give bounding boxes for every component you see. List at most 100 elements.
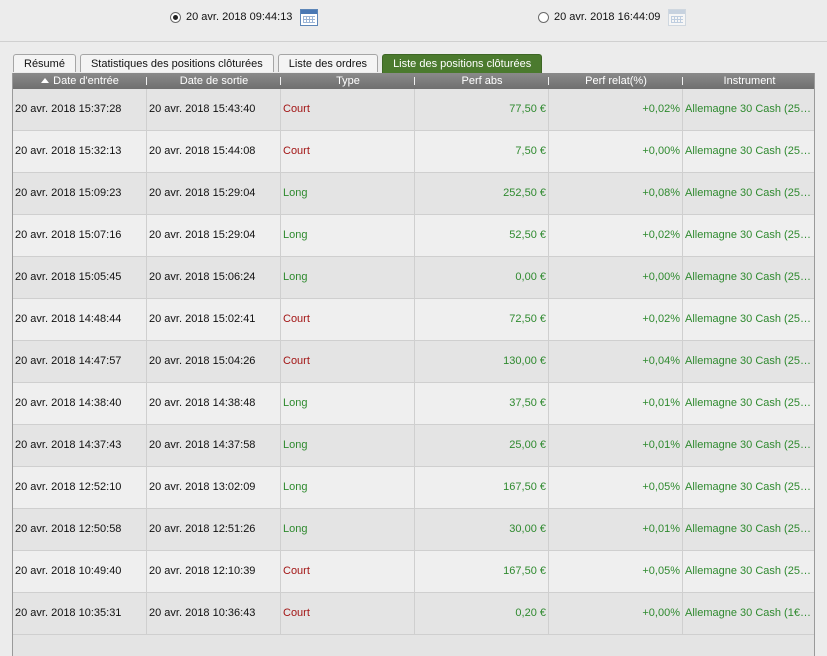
perf-rel-cell: +0,02% xyxy=(549,89,683,130)
exit-date-cell: 20 avr. 2018 12:51:26 xyxy=(147,509,281,550)
perf-abs-cell: 167,50 € xyxy=(415,467,549,508)
instrument-cell: Allemagne 30 Cash (25€... xyxy=(685,565,815,577)
instrument-cell: Allemagne 30 Cash (25€... xyxy=(685,355,815,367)
tab-bar: Résumé Statistiques des positions clôtur… xyxy=(13,54,546,73)
exit-date-cell: 20 avr. 2018 15:04:26 xyxy=(147,341,281,382)
exit-date-cell: 20 avr. 2018 15:44:08 xyxy=(147,131,281,172)
entry-date-cell: 20 avr. 2018 15:37:28 xyxy=(13,89,147,130)
entry-date-cell: 20 avr. 2018 12:52:10 xyxy=(13,467,147,508)
type-cell: Long xyxy=(281,425,415,466)
entry-date-cell: 20 avr. 2018 15:05:45 xyxy=(13,257,147,298)
perf-rel-cell: +0,00% xyxy=(549,593,683,634)
type-cell: Long xyxy=(281,467,415,508)
column-header-perf-abs[interactable]: Perf abs xyxy=(415,73,549,89)
perf-abs-cell: 37,50 € xyxy=(415,383,549,424)
perf-abs-cell: 0,00 € xyxy=(415,257,549,298)
tab-closed-position-stats[interactable]: Statistiques des positions clôturées xyxy=(79,54,274,72)
perf-abs-cell: 252,50 € xyxy=(415,173,549,214)
table-row[interactable]: 20 avr. 2018 14:37:43 20 avr. 2018 14:37:… xyxy=(13,425,814,467)
entry-date-cell: 20 avr. 2018 14:38:40 xyxy=(13,383,147,424)
exit-date-cell: 20 avr. 2018 15:29:04 xyxy=(147,215,281,256)
perf-rel-cell: +0,00% xyxy=(549,131,683,172)
column-label: Perf abs xyxy=(461,75,503,87)
instrument-cell: Allemagne 30 Cash (25€... xyxy=(685,145,815,157)
column-label: Date d'entrée xyxy=(53,75,119,87)
column-header-instrument[interactable]: Instrument xyxy=(683,73,814,89)
entry-date-cell: 20 avr. 2018 10:35:31 xyxy=(13,593,147,634)
table-row[interactable]: 20 avr. 2018 10:35:31 20 avr. 2018 10:36:… xyxy=(13,593,815,635)
tab-resume[interactable]: Résumé xyxy=(13,54,76,72)
instrument-cell: Allemagne 30 Cash (1€) ... xyxy=(685,607,815,619)
entry-date-cell: 20 avr. 2018 15:32:13 xyxy=(13,131,147,172)
column-label: Instrument xyxy=(723,75,776,87)
calendar-icon xyxy=(668,8,687,26)
entry-date-cell: 20 avr. 2018 15:07:16 xyxy=(13,215,147,256)
table-row[interactable]: 20 avr. 2018 15:37:28 20 avr. 2018 15:43:… xyxy=(13,89,815,131)
calendar-icon[interactable] xyxy=(300,8,319,26)
exit-date-cell: 20 avr. 2018 12:10:39 xyxy=(147,551,281,592)
type-cell: Court xyxy=(281,551,415,592)
table-row[interactable]: 20 avr. 2018 15:07:16 20 avr. 2018 15:29:… xyxy=(13,215,815,257)
exit-date-cell: 20 avr. 2018 10:36:43 xyxy=(147,593,281,634)
type-cell: Long xyxy=(281,509,415,550)
period-start-option[interactable]: 20 avr. 2018 09:44:13 xyxy=(170,8,319,26)
column-header-type[interactable]: Type xyxy=(281,73,415,89)
table-row[interactable]: 20 avr. 2018 15:32:13 20 avr. 2018 15:44:… xyxy=(13,131,815,173)
perf-rel-cell: +0,01% xyxy=(549,509,683,550)
table-row[interactable]: 20 avr. 2018 10:49:40 20 avr. 2018 12:10:… xyxy=(13,551,815,593)
column-header-exit-date[interactable]: Date de sortie xyxy=(147,73,281,89)
column-label: Type xyxy=(336,75,360,87)
table-row[interactable]: 20 avr. 2018 12:50:58 20 avr. 2018 12:51:… xyxy=(13,509,814,551)
table-row[interactable]: 20 avr. 2018 14:38:40 20 avr. 2018 14:38:… xyxy=(13,383,815,425)
period-end-option[interactable]: 20 avr. 2018 16:44:09 xyxy=(538,8,687,26)
column-header-perf-rel[interactable]: Perf relat(%) xyxy=(549,73,683,89)
type-cell: Court xyxy=(281,299,415,340)
period-end-radio[interactable] xyxy=(538,11,549,23)
instrument-cell: Allemagne 30 Cash (25€... xyxy=(685,397,815,409)
table-header: Date d'entrée Date de sortie Type Perf a… xyxy=(13,73,814,89)
exit-date-cell: 20 avr. 2018 15:06:24 xyxy=(147,257,281,298)
instrument-cell: Allemagne 30 Cash (25€... xyxy=(685,187,815,199)
type-cell: Court xyxy=(281,89,415,130)
entry-date-cell: 20 avr. 2018 12:50:58 xyxy=(13,509,147,550)
table-row[interactable]: 20 avr. 2018 15:09:23 20 avr. 2018 15:29:… xyxy=(13,173,815,215)
period-start-label: 20 avr. 2018 09:44:13 xyxy=(186,11,293,23)
perf-rel-cell: +0,01% xyxy=(549,425,683,466)
instrument-cell: Allemagne 30 Cash (25€... xyxy=(685,103,815,115)
tab-closed-position-list[interactable]: Liste des positions clôturées xyxy=(382,54,543,73)
perf-abs-cell: 130,00 € xyxy=(415,341,549,382)
table-row[interactable]: 20 avr. 2018 15:05:45 20 avr. 2018 15:06:… xyxy=(13,257,814,299)
tab-order-list[interactable]: Liste des ordres xyxy=(277,54,379,72)
perf-rel-cell: +0,04% xyxy=(549,341,683,382)
closed-positions-table: Date d'entrée Date de sortie Type Perf a… xyxy=(12,73,815,656)
table-row[interactable]: 20 avr. 2018 12:52:10 20 avr. 2018 13:02:… xyxy=(13,467,814,509)
perf-rel-cell: +0,02% xyxy=(549,299,683,340)
type-cell: Long xyxy=(281,215,415,256)
table-row[interactable]: 20 avr. 2018 14:47:57 20 avr. 2018 15:04:… xyxy=(13,341,815,383)
type-cell: Long xyxy=(281,257,415,298)
instrument-cell: Allemagne 30 Cash (25€... xyxy=(685,229,815,241)
period-start-radio[interactable] xyxy=(170,11,181,23)
perf-abs-cell: 77,50 € xyxy=(415,89,549,130)
entry-date-cell: 20 avr. 2018 14:48:44 xyxy=(13,299,147,340)
exit-date-cell: 20 avr. 2018 14:38:48 xyxy=(147,383,281,424)
column-label: Date de sortie xyxy=(179,75,249,87)
perf-abs-cell: 7,50 € xyxy=(415,131,549,172)
perf-rel-cell: +0,05% xyxy=(549,551,683,592)
perf-rel-cell: +0,01% xyxy=(549,383,683,424)
table-row[interactable]: 20 avr. 2018 14:48:44 20 avr. 2018 15:02:… xyxy=(13,299,815,341)
perf-rel-cell: +0,08% xyxy=(549,173,683,214)
instrument-cell: Allemagne 30 Cash (25€... xyxy=(685,313,815,325)
perf-rel-cell: +0,05% xyxy=(549,467,683,508)
entry-date-cell: 20 avr. 2018 10:49:40 xyxy=(13,551,147,592)
exit-date-cell: 20 avr. 2018 15:43:40 xyxy=(147,89,281,130)
type-cell: Court xyxy=(281,131,415,172)
perf-abs-cell: 30,00 € xyxy=(415,509,549,550)
column-label: Perf relat(%) xyxy=(585,75,647,87)
perf-abs-cell: 167,50 € xyxy=(415,551,549,592)
divider xyxy=(0,41,827,42)
exit-date-cell: 20 avr. 2018 13:02:09 xyxy=(147,467,281,508)
column-header-entry-date[interactable]: Date d'entrée xyxy=(13,73,147,89)
period-end-label: 20 avr. 2018 16:44:09 xyxy=(554,11,661,23)
type-cell: Court xyxy=(281,341,415,382)
